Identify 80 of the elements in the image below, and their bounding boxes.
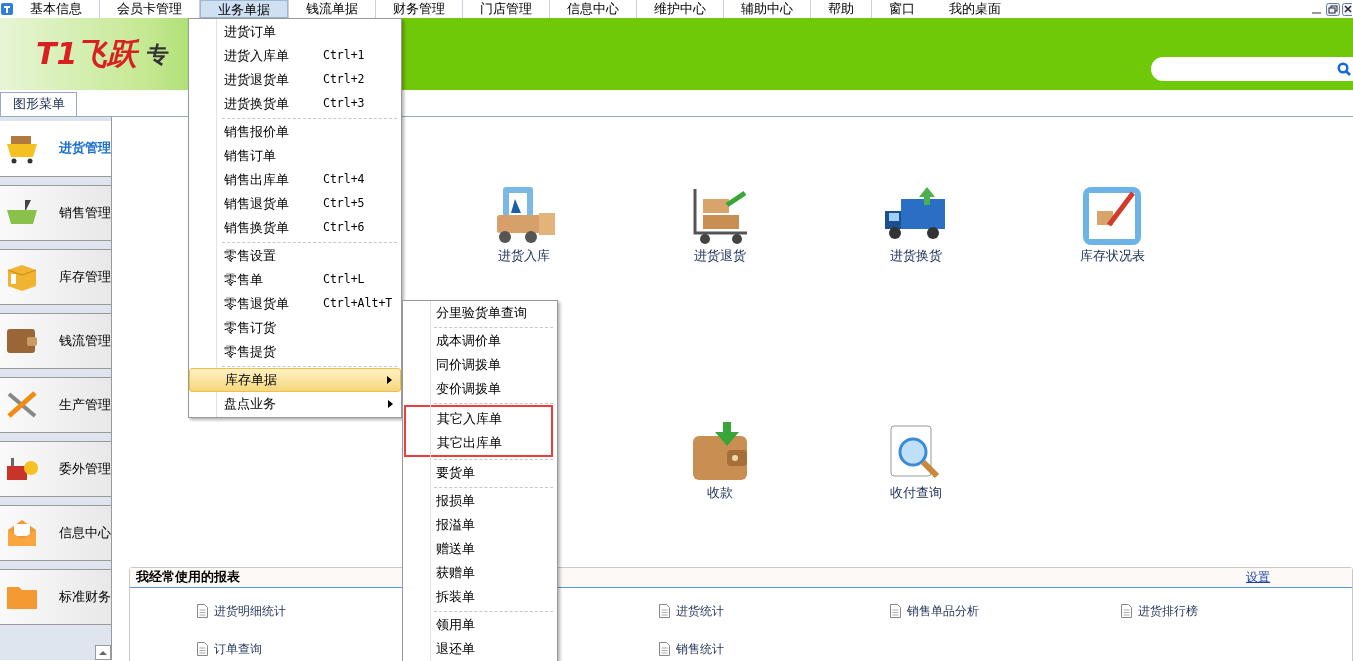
menu-option[interactable]: 赠送单 [403,537,557,561]
shortcut-tile[interactable]: 库存状况表 [1014,185,1210,266]
menu-item[interactable]: 窗口 [872,0,932,18]
sidebar-item[interactable]: 库存管理 [0,249,111,305]
menu-option[interactable]: 获赠单 [403,561,557,585]
box-icon [5,262,39,292]
menu-option[interactable]: 报溢单 [403,513,557,537]
menu-option[interactable]: 进货换货单 Ctrl+3 [189,92,401,116]
sidebar-item[interactable]: 信息中心 [0,505,111,561]
menu-option[interactable]: 销售出库单 Ctrl+4 [189,168,401,192]
menu-item[interactable]: 信息中心 [550,0,636,18]
menu-option[interactable]: 零售订货 [189,316,401,340]
menu-item[interactable]: 维护中心 [637,0,723,18]
menu-item[interactable]: 我的桌面 [932,0,1018,18]
menu-option[interactable]: 销售订单 [189,144,401,168]
shortcut-tile[interactable]: 进货换货 [818,185,1014,266]
menu-item[interactable]: 辅助中心 [724,0,810,18]
document-icon [659,641,670,656]
logo: T1飞跃 [36,39,138,69]
tab[interactable]: 图形菜单 [0,92,77,116]
shortcut-tile[interactable]: 收付查询 [818,421,1014,503]
sidebar-item[interactable]: 进货管理 [0,121,111,177]
document-icon [197,603,208,618]
report-link[interactable]: 销售统计 [659,639,890,658]
menu-item[interactable]: 业务单据 [200,0,288,18]
shortcut-tile[interactable]: 进货退货 [622,185,818,266]
document-icon [197,641,208,656]
sidebar-item[interactable]: 钱流管理 [0,313,111,369]
menu-option[interactable]: 盘点业务 [189,392,401,416]
menu-option[interactable]: 零售提货 [189,340,401,364]
wallet-icon [5,326,39,356]
document-icon [659,603,670,618]
menu-item[interactable]: 会员卡管理 [100,0,199,18]
submenu-arrow-icon [388,400,393,408]
basket-icon [5,133,39,164]
menu-option[interactable]: 进货入库单 Ctrl+1 [189,44,401,68]
sidebar-item[interactable]: 销售管理 [0,185,111,241]
menu-option[interactable]: 进货订单 [189,20,401,44]
document-icon [890,603,901,618]
menu-option[interactable]: 零售单 Ctrl+L [189,268,401,292]
slogan-text: 专 [147,40,170,69]
menu-option[interactable]: 销售换货单 Ctrl+6 [189,216,401,240]
menu-option[interactable]: 分里验货单查询 [403,301,557,325]
menu-item[interactable]: 门店管理 [463,0,549,18]
menu-option[interactable]: 销售报价单 [189,120,401,144]
envelope-icon [5,518,39,548]
restore-icon[interactable] [1326,2,1340,16]
menu-item[interactable]: 基本信息 [13,0,99,18]
submenu-arrow-icon [387,376,392,384]
shortcut-tile[interactable]: 进货入库 [426,185,622,266]
menu-option[interactable]: 其它出库单 [406,431,551,455]
menu-option[interactable]: 成本调价单 [403,329,557,353]
menu-option[interactable]: 库存单据 [189,368,401,392]
menu-option[interactable]: 零售退货单 Ctrl+Alt+T [189,292,401,316]
report-link[interactable]: 进货统计 [659,601,890,620]
menu-option[interactable]: 同价调拨单 [403,353,557,377]
menu-item[interactable]: 帮助 [811,0,871,18]
menu-option[interactable]: 销售退货单 Ctrl+5 [189,192,401,216]
sidebar-item[interactable]: 生产管理 [0,377,111,433]
document-icon [1121,603,1132,618]
sidebar-item[interactable]: 标准财务 [0,569,111,625]
search-icon[interactable] [1337,62,1351,76]
menu-item[interactable]: 钱流单据 [289,0,375,18]
close-icon[interactable] [1342,2,1352,16]
shortcut-tile[interactable]: 收款 [622,421,818,503]
menu-item[interactable]: 财务管理 [376,0,462,18]
menu-option[interactable]: 报损单 [403,489,557,513]
settings-link[interactable]: 设置 [1246,568,1270,586]
menu-option[interactable]: 变价调拨单 [403,377,557,401]
sidebar-item[interactable]: 委外管理 [0,441,111,497]
menu-option[interactable]: 要货单 [403,461,557,485]
menu-option[interactable]: 其它入库单 [406,407,551,431]
search-field[interactable] [1151,57,1353,81]
panel-title: 我经常使用的报表 [136,567,240,586]
menu-option[interactable]: 进货退货单 Ctrl+2 [189,68,401,92]
scroll-up-icon[interactable] [95,645,111,660]
report-link[interactable]: 进货排行榜 [1121,601,1352,620]
report-link[interactable]: 销售单品分析 [890,601,1121,620]
tools-icon [5,390,39,420]
menu-option[interactable]: 零售设置 [189,244,401,268]
